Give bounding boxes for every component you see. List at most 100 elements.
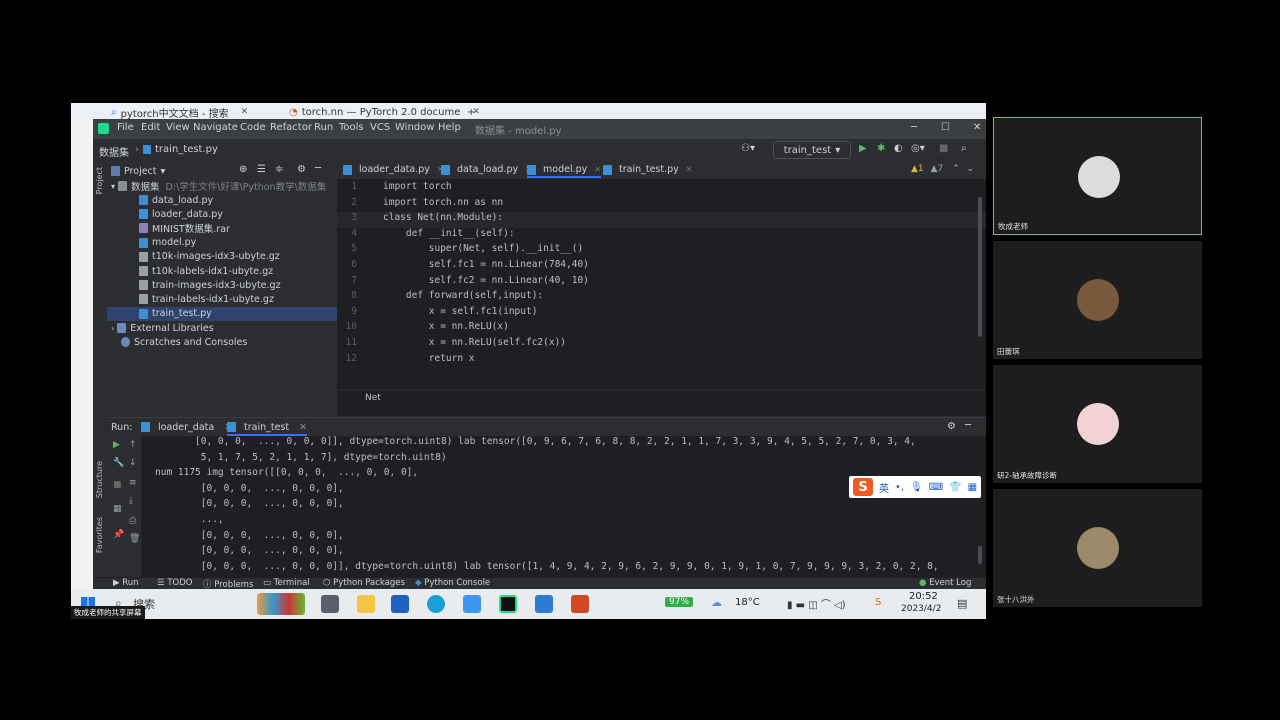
minimize-icon[interactable]: ─ — [911, 122, 917, 133]
tree-file-item[interactable]: train-images-idx3-ubyte.gz — [107, 278, 337, 292]
file-explorer-icon[interactable] — [357, 595, 375, 613]
breadcrumb-root[interactable]: 数据集 — [99, 144, 129, 159]
bottom-tab-run[interactable]: ▶ Run — [113, 578, 139, 588]
participant-tile[interactable]: 研2-轴承故障诊断 — [993, 365, 1202, 483]
weather-temp[interactable]: 18°C — [735, 597, 760, 608]
tree-file-item[interactable]: t10k-labels-idx1-ubyte.gz — [107, 264, 337, 278]
event-log[interactable]: ● Event Log — [919, 578, 971, 588]
editor-tab[interactable]: model.py ✕ — [527, 164, 601, 178]
tree-external-libraries[interactable]: › External Libraries — [111, 321, 214, 335]
tree-file-item[interactable]: model.py — [107, 236, 337, 250]
sogou-tray-icon[interactable]: S — [875, 597, 881, 608]
lenovo-icon[interactable] — [391, 595, 409, 613]
skin-icon[interactable]: 👕 — [949, 482, 961, 493]
participant-tile[interactable]: 田蕾琪 — [993, 241, 1202, 359]
feishu-icon[interactable] — [463, 595, 481, 613]
hide-icon[interactable]: ─ — [965, 420, 971, 431]
menu-vcs[interactable]: VCS — [370, 122, 390, 133]
code-area[interactable]: 1 import torch 2 import torch.nn as nn 3 clas… — [337, 181, 986, 371]
tree-file-item[interactable]: data_load.py — [107, 193, 337, 207]
menu-file[interactable]: File — [117, 122, 134, 133]
bottom-tab-terminal[interactable]: ▭ Terminal — [263, 578, 310, 588]
powerpoint-icon[interactable] — [571, 595, 589, 613]
tree-file-item[interactable]: t10k-images-idx3-ubyte.gz — [107, 250, 337, 264]
keyboard-icon[interactable]: ⌨ — [929, 482, 943, 493]
menu-edit[interactable]: Edit — [141, 122, 160, 133]
menu-run[interactable]: Run — [314, 122, 333, 133]
gear-icon[interactable]: ⚙ — [297, 164, 306, 175]
close-icon[interactable]: ✕ — [594, 165, 601, 174]
system-tray-icons[interactable]: ▮ ▬ ◫ ⌒ ◁) — [787, 596, 846, 611]
browser-tab-search[interactable]: ⌕ pytorch中文文档 - 搜索 ✕ — [111, 105, 249, 120]
close-icon[interactable]: ✕ — [241, 107, 249, 117]
ime-toolbar[interactable]: S 英 •, 🎙 ⌨ 👕 ▦ — [849, 476, 981, 498]
task-view-icon[interactable] — [321, 595, 339, 613]
clock-date[interactable]: 2023/4/2 — [901, 604, 941, 614]
chevron-up-icon[interactable]: ⌃ — [952, 164, 960, 174]
coverage-icon[interactable]: ◐ — [894, 143, 903, 154]
profile-icon[interactable]: ◎▾ — [911, 143, 925, 154]
menu-window[interactable]: Window — [395, 122, 434, 133]
participant-tile[interactable]: 牧成老师 — [993, 117, 1202, 235]
new-tab-button[interactable]: + — [467, 105, 475, 119]
notification-icon[interactable]: ▤ — [957, 597, 967, 610]
browser-tab-pytorch[interactable]: ◔ torch.nn — PyTorch 2.0 docume ✕ — [289, 105, 480, 119]
search-icon[interactable]: ⌕ — [961, 143, 967, 154]
meeting-icon[interactable] — [535, 595, 553, 613]
editor-tab[interactable]: train_test.py ✕ — [603, 164, 692, 175]
project-tool-label[interactable]: Project — [95, 167, 104, 194]
collapse-all-icon[interactable]: ≑ — [275, 164, 283, 175]
hide-icon[interactable]: ─ — [315, 163, 321, 174]
favorites-tool-label[interactable]: Favorites — [95, 517, 104, 553]
tree-file-item[interactable]: loader_data.py — [107, 207, 337, 221]
close-icon[interactable]: ✕ — [973, 122, 981, 133]
editor-breadcrumb[interactable]: Net — [365, 393, 381, 403]
run-tab-loader-data[interactable]: loader_data ✕ — [141, 420, 232, 434]
bottom-tab-python-packages[interactable]: ⬡ Python Packages — [323, 578, 405, 588]
structure-tool-label[interactable]: Structure — [95, 461, 104, 498]
microphone-icon[interactable]: 🎙 — [910, 482, 923, 493]
tree-file-item[interactable]: train-labels-idx1-ubyte.gz — [107, 292, 337, 306]
chevron-down-icon[interactable]: ⌄ — [966, 164, 974, 174]
menu-navigate[interactable]: Navigate — [193, 122, 238, 133]
stop-icon[interactable]: ■ — [939, 143, 948, 154]
maximize-icon[interactable]: ☐ — [941, 122, 950, 133]
warning-indicator[interactable]: ▲1 ▲7 ⌃ ⌄ — [911, 164, 974, 174]
tree-root[interactable]: ▾ 数据集 D:\学生文件\好课\Python教学\数据集 — [111, 179, 326, 193]
run-icon[interactable]: ▶ — [859, 143, 867, 154]
edge-icon[interactable] — [427, 595, 445, 613]
punctuation-icon[interactable]: •, — [895, 482, 904, 493]
participant-tile[interactable]: 张十八洪外 — [993, 489, 1202, 607]
grid-icon[interactable]: ▦ — [968, 482, 977, 493]
clock-time[interactable]: 20:52 — [909, 591, 938, 602]
battery-level[interactable]: 97% — [665, 597, 694, 607]
tree-file-item[interactable]: MINIST数据集.rar — [107, 221, 337, 235]
run-console-output[interactable]: [0, 0, 0, ..., 0, 0, 0]], dtype=torch.ui… — [107, 436, 986, 578]
bottom-tab-todo[interactable]: ☰ TODO — [157, 578, 192, 588]
menu-view[interactable]: View — [166, 122, 190, 133]
menu-help[interactable]: Help — [438, 122, 461, 133]
editor-tab[interactable]: loader_data.py✕ — [343, 164, 444, 175]
debug-icon[interactable]: ✱ — [877, 143, 885, 154]
locate-icon[interactable]: ⊕ — [239, 164, 247, 175]
menu-code[interactable]: Code — [240, 122, 266, 133]
tree-scratches[interactable]: Scratches and Consoles — [121, 335, 247, 349]
breadcrumb-file[interactable]: train_test.py — [155, 144, 218, 155]
editor-tab[interactable]: data_load.py✕ — [441, 164, 532, 175]
menu-refactor[interactable]: Refactor — [270, 122, 312, 133]
console-scrollbar[interactable] — [978, 546, 982, 564]
close-icon[interactable]: ✕ — [686, 165, 693, 174]
run-config-selector[interactable]: train_test ▾ — [773, 141, 851, 159]
menu-tools[interactable]: Tools — [339, 122, 364, 133]
run-tab-train-test[interactable]: train_test ✕ — [227, 420, 308, 436]
pycharm-icon[interactable] — [499, 595, 517, 613]
gear-icon[interactable]: ⚙ — [947, 421, 956, 432]
tree-file-item[interactable]: train_test.py — [107, 306, 337, 321]
project-header[interactable]: Project ▾ — [111, 164, 165, 178]
close-icon[interactable]: ✕ — [299, 422, 307, 433]
bottom-tab-python-console[interactable]: ◆ Python Console — [415, 578, 490, 588]
ime-language[interactable]: 英 — [879, 480, 889, 495]
editor-scrollbar[interactable] — [978, 197, 982, 337]
user-icon[interactable]: ⚇▾ — [741, 143, 755, 154]
expand-all-icon[interactable]: ☰ — [257, 164, 266, 175]
